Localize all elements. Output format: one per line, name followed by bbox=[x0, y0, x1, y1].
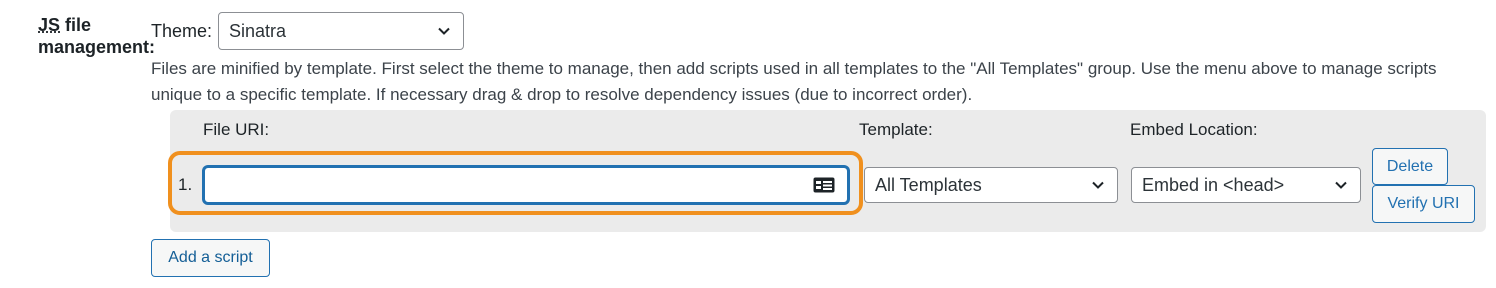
chevron-down-icon bbox=[1092, 181, 1104, 189]
column-header-template: Template: bbox=[859, 120, 933, 139]
setting-label-abbr: JS bbox=[38, 15, 61, 35]
setting-label-rest: file bbox=[60, 15, 92, 35]
template-select-value: All Templates bbox=[875, 174, 982, 195]
setting-label: JS file management: bbox=[38, 14, 155, 58]
add-script-button[interactable]: Add a script bbox=[151, 239, 270, 277]
description-text: Files are minified by template. First se… bbox=[151, 59, 1437, 104]
setting-label-line2: management: bbox=[38, 37, 156, 57]
theme-select[interactable]: Sinatra bbox=[218, 12, 465, 50]
template-select[interactable]: All Templates bbox=[864, 167, 1118, 203]
delete-button[interactable]: Delete bbox=[1372, 148, 1448, 185]
verify-uri-button[interactable]: Verify URI bbox=[1372, 185, 1475, 223]
theme-label: Theme: bbox=[151, 20, 213, 41]
chevron-down-icon bbox=[438, 27, 450, 35]
embed-location-select-value: Embed in <head> bbox=[1142, 174, 1285, 195]
embed-location-select[interactable]: Embed in <head> bbox=[1131, 167, 1361, 203]
theme-select-value: Sinatra bbox=[229, 20, 287, 41]
column-header-embed-location: Embed Location: bbox=[1130, 120, 1258, 139]
js-file-management-settings: JS file management: Theme: Sinatra Files… bbox=[0, 0, 1496, 288]
theme-row: Theme: Sinatra bbox=[151, 12, 465, 50]
chevron-down-icon bbox=[1335, 181, 1347, 189]
column-header-file-uri: File URI: bbox=[203, 120, 270, 139]
focus-highlight-ring bbox=[168, 151, 863, 215]
